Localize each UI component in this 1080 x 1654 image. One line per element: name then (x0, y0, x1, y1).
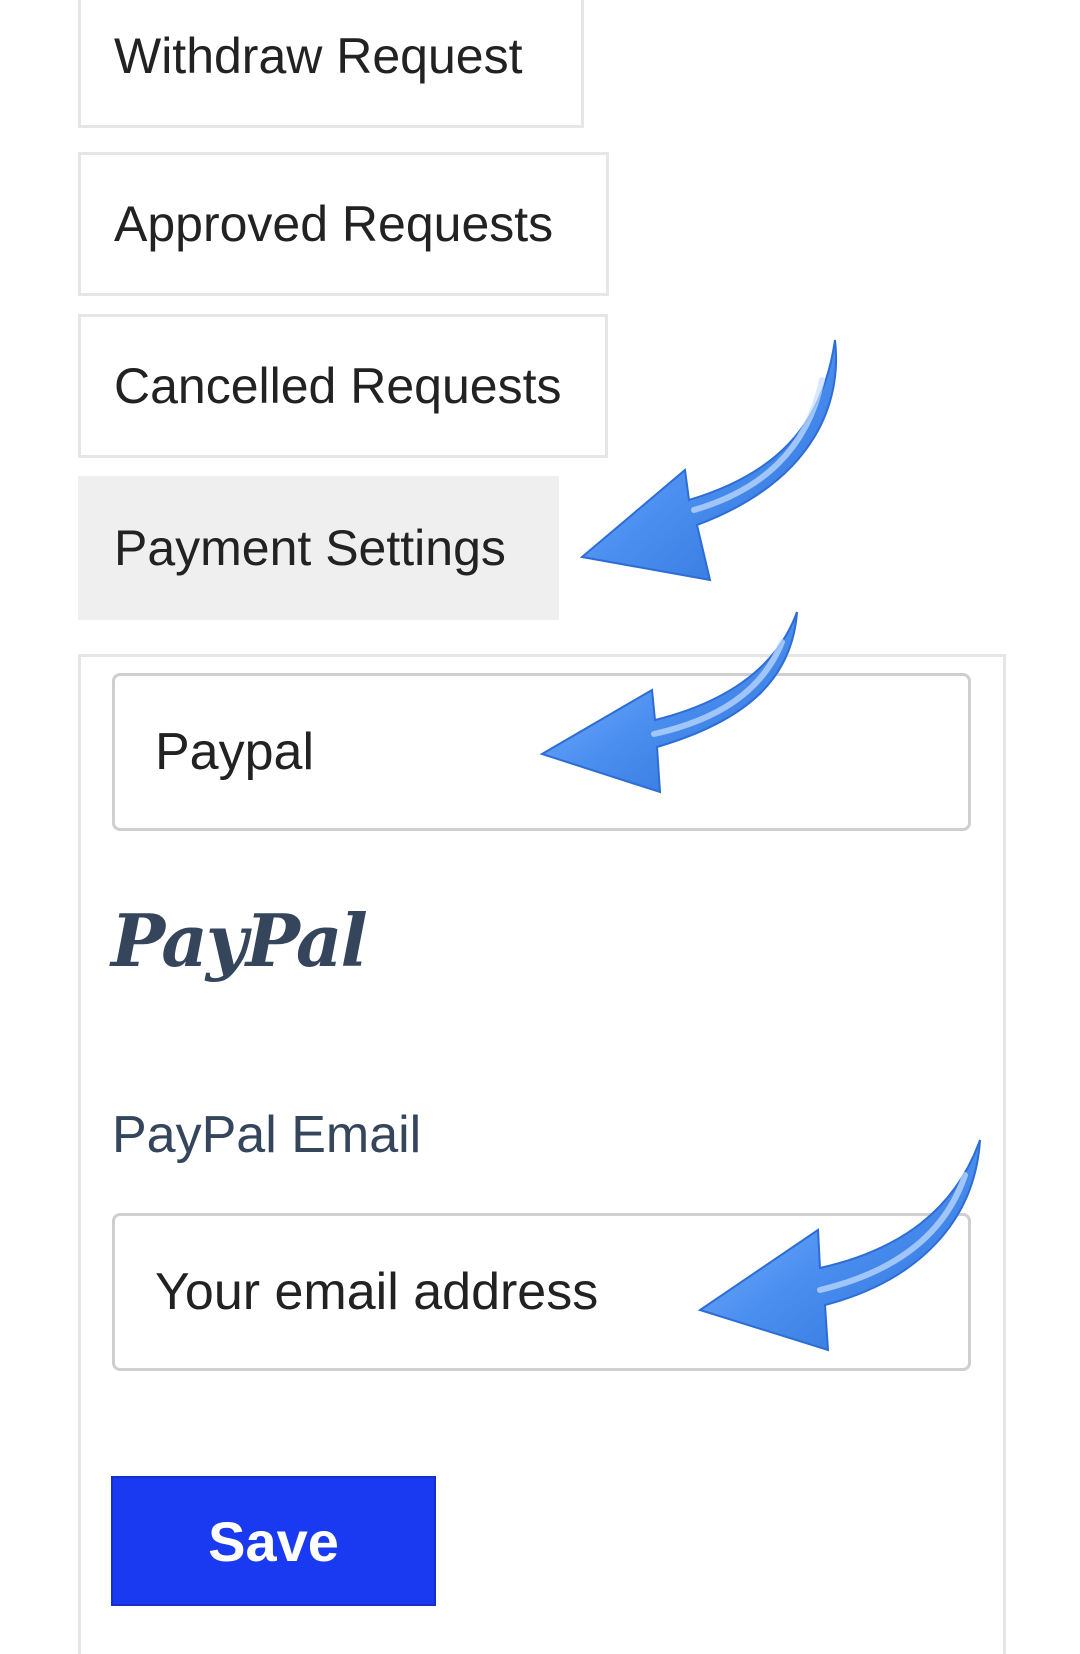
tab-withdraw-request[interactable]: Withdraw Request (78, 0, 584, 128)
tab-label: Payment Settings (114, 520, 506, 576)
blue-curved-arrow-icon (539, 611, 798, 794)
blue-curved-arrow-icon (697, 1139, 981, 1352)
tab-label: Approved Requests (114, 196, 554, 252)
tab-label: Cancelled Requests (114, 358, 562, 414)
paypal-logo: PayPal (111, 898, 368, 983)
save-button[interactable]: Save (111, 1476, 436, 1606)
tab-payment-settings[interactable]: Payment Settings (78, 476, 559, 620)
paypal-email-label: PayPal Email (112, 1106, 422, 1164)
tab-cancelled-requests[interactable]: Cancelled Requests (78, 314, 608, 458)
tab-approved-requests[interactable]: Approved Requests (78, 152, 609, 296)
payment-method-value: Paypal (155, 723, 314, 781)
tab-label: Withdraw Request (114, 28, 523, 84)
blue-curved-arrow-icon (579, 339, 838, 582)
